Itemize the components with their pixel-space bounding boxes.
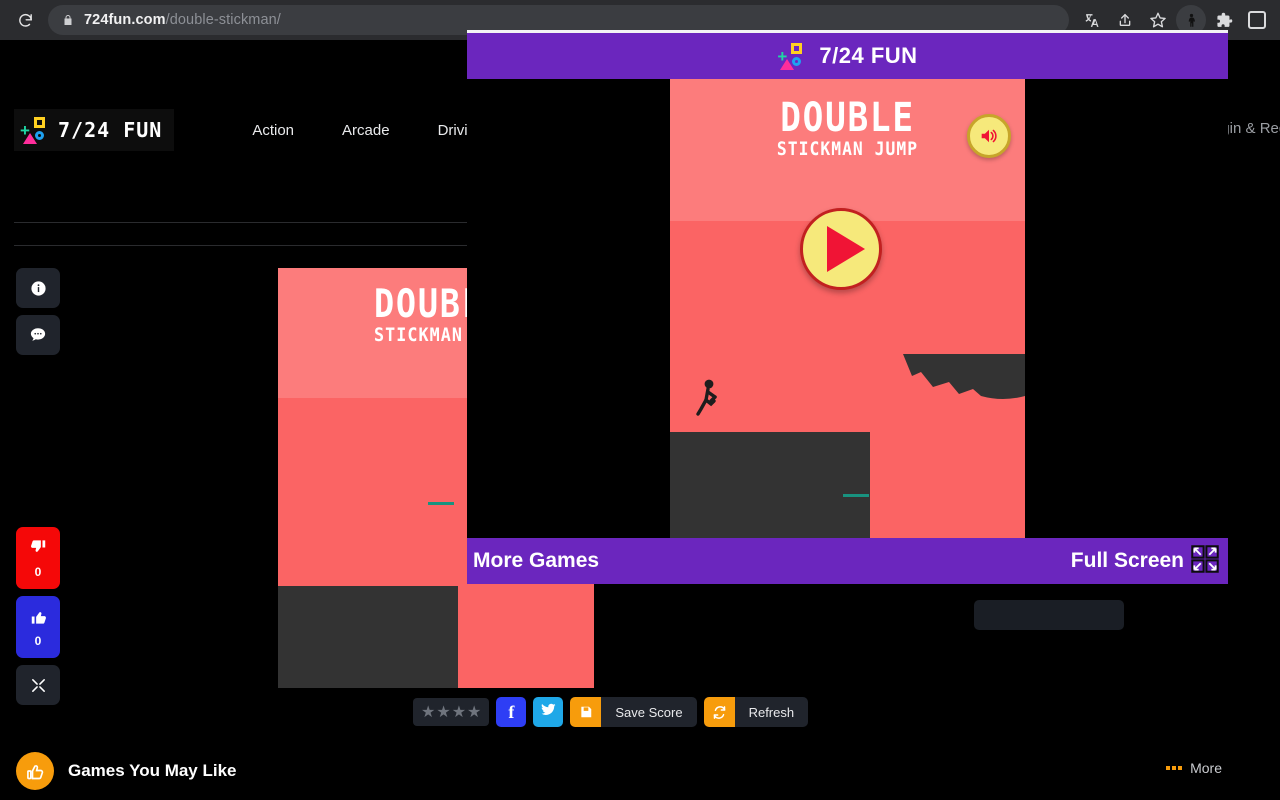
sound-on-icon[interactable] xyxy=(967,114,1011,158)
star-icon[interactable]: ★ xyxy=(436,702,450,722)
left-rail: 0 0 xyxy=(16,268,60,712)
play-icon[interactable] xyxy=(800,208,882,290)
thumbs-up-icon xyxy=(16,752,54,790)
stickman-player xyxy=(695,378,725,423)
fullscreen-expand-icon xyxy=(1188,542,1222,581)
expand-icon[interactable] xyxy=(16,665,60,705)
save-score-label: Save Score xyxy=(601,697,697,727)
game-ledge-obstacle xyxy=(903,354,1025,400)
divider-bottom xyxy=(14,245,468,246)
refresh-icon xyxy=(703,697,735,727)
url-path: /double-stickman/ xyxy=(165,12,281,28)
like-count: 0 xyxy=(34,633,42,648)
three-dots-icon xyxy=(1166,766,1183,770)
comments-button[interactable] xyxy=(16,315,60,355)
game-action-bar: ★ ★ ★ ★ f Save Score Refresh xyxy=(413,697,809,727)
facebook-share-button[interactable]: f xyxy=(496,697,527,727)
more-games-link[interactable]: More Games xyxy=(473,549,599,573)
nav-item-action[interactable]: Action xyxy=(252,122,294,139)
more-link[interactable]: More xyxy=(1166,760,1222,776)
game-platform xyxy=(278,586,458,688)
screen: 724fun.com/double-stickman/ + 7/24 FUN A… xyxy=(0,0,1280,800)
star-icon[interactable]: ★ xyxy=(467,702,481,722)
star-icon[interactable]: ★ xyxy=(452,702,466,722)
logo-shapes-icon: + xyxy=(20,115,50,145)
recommendations-header: Games You May Like xyxy=(16,752,237,790)
refresh-button[interactable]: Refresh xyxy=(703,697,809,727)
site-logo[interactable]: + 7/24 FUN xyxy=(14,109,175,151)
full-screen-label: Full Screen xyxy=(1070,549,1184,572)
popup-footer: More Games Full Screen xyxy=(467,538,1228,584)
like-button[interactable]: 0 xyxy=(16,596,60,658)
logo-shapes-icon: + xyxy=(777,41,807,71)
lock-icon xyxy=(62,13,74,27)
logo-text: 7/24 FUN xyxy=(58,118,163,142)
info-button[interactable] xyxy=(16,268,60,308)
game-teal-marker xyxy=(843,494,869,497)
game-stage[interactable]: DOUBLE STICKMAN JUMP xyxy=(670,79,1025,538)
full-screen-button[interactable]: Full Screen xyxy=(1071,542,1222,581)
twitter-bird-icon xyxy=(540,701,557,723)
game-platform xyxy=(670,432,870,538)
game-teal-marker xyxy=(428,502,454,505)
game-title-sub: STICKMAN JUMP xyxy=(776,138,919,160)
game-title-main: DOUBLE xyxy=(780,95,915,141)
twitter-share-button[interactable] xyxy=(533,697,564,727)
refresh-label: Refresh xyxy=(734,697,809,727)
recommendations-title: Games You May Like xyxy=(68,761,237,780)
thumbs-down-icon xyxy=(29,538,48,562)
url-host: 724fun.com xyxy=(84,12,166,28)
more-label: More xyxy=(1190,760,1222,776)
popup-header: + 7/24 FUN xyxy=(467,33,1228,79)
url-text: 724fun.com/double-stickman/ xyxy=(84,12,281,28)
popup-logo-text: 7/24 FUN xyxy=(819,43,918,68)
thumbs-up-icon xyxy=(29,607,48,631)
reload-icon[interactable] xyxy=(10,5,40,35)
obscured-control xyxy=(974,600,1124,630)
save-score-button[interactable]: Save Score xyxy=(570,697,697,727)
profile-icon[interactable] xyxy=(1242,5,1272,35)
dislike-button[interactable]: 0 xyxy=(16,527,60,589)
game-popup-window: + 7/24 FUN DOUBLE STICKMAN JUMP More Gam… xyxy=(467,30,1228,584)
divider-top xyxy=(14,222,468,223)
nav-item-arcade[interactable]: Arcade xyxy=(342,122,390,139)
dislike-count: 0 xyxy=(34,564,42,579)
floppy-disk-icon xyxy=(570,697,602,727)
star-icon[interactable]: ★ xyxy=(421,702,435,722)
rating-stars[interactable]: ★ ★ ★ ★ xyxy=(413,698,490,726)
